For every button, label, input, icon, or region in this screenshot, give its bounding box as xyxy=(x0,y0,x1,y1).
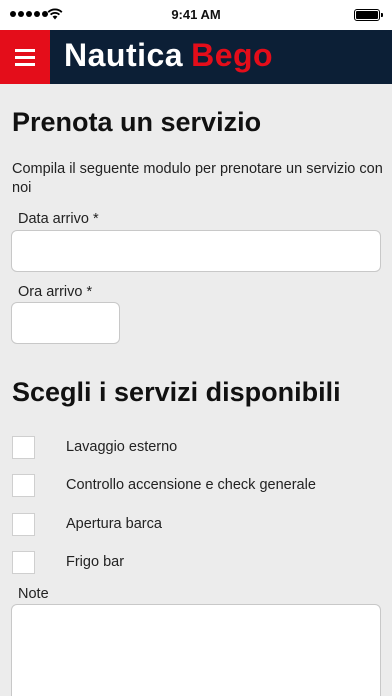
service-checkbox[interactable] xyxy=(12,550,35,574)
service-option-controllo[interactable]: Controllo accensione e check generale xyxy=(12,473,372,497)
app-header: Nautica Bego xyxy=(0,30,392,84)
arrival-time-input[interactable] xyxy=(11,302,120,344)
arrival-date-input[interactable] xyxy=(11,230,381,272)
brand-name-part2: Bego xyxy=(191,37,274,73)
page-title: Prenota un servizio xyxy=(12,107,262,137)
arrival-time-label: Ora arrivo * xyxy=(18,284,93,300)
service-label: Controllo accensione e check generale xyxy=(66,477,316,493)
services-title: Scegli i servizi disponibili xyxy=(12,377,341,407)
menu-button[interactable] xyxy=(0,30,50,84)
status-time: 9:41 AM xyxy=(171,7,221,22)
service-checkbox[interactable] xyxy=(12,473,35,497)
service-option-apertura[interactable]: Apertura barca xyxy=(12,512,372,536)
battery-icon xyxy=(354,9,383,21)
hamburger-icon xyxy=(15,48,35,52)
intro-text: Compila il seguente modulo per prenotare… xyxy=(12,161,383,196)
service-label: Apertura barca xyxy=(66,516,162,532)
service-option-frigo-bar[interactable]: Frigo bar xyxy=(12,550,372,574)
brand-name-part1: Nautica xyxy=(64,37,184,73)
service-checkbox[interactable] xyxy=(12,435,35,459)
service-option-lavaggio[interactable]: Lavaggio esterno xyxy=(12,435,372,459)
brand-logo: Nautica Bego xyxy=(64,37,273,74)
service-label: Frigo bar xyxy=(66,554,125,570)
arrival-date-label: Data arrivo * xyxy=(18,211,99,227)
notes-textarea[interactable] xyxy=(11,604,381,696)
status-bar: 9:41 AM xyxy=(0,0,392,30)
notes-label: Note xyxy=(18,586,49,602)
service-checkbox[interactable] xyxy=(12,512,35,536)
service-label: Lavaggio esterno xyxy=(66,439,178,455)
